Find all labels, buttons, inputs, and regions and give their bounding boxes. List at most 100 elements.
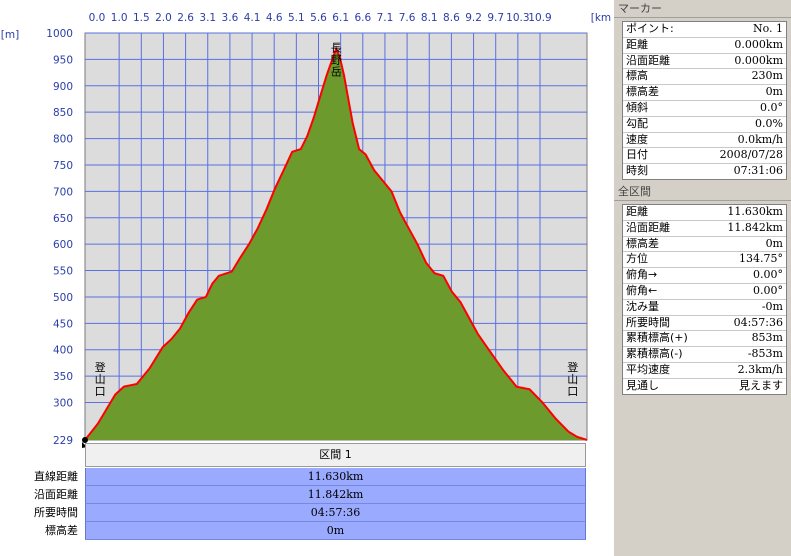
x-tick-label: 7.1 [377, 12, 394, 24]
summary-row-elevation-diff: 標高差 0m [0, 522, 612, 540]
row-label: 沿面距離 [626, 53, 670, 67]
row-label: 所要時間 [626, 315, 670, 329]
y-min-label: 229 [53, 435, 73, 447]
marker-row: 距離 0.000km [623, 38, 786, 54]
y-tick-label: 400 [53, 345, 73, 357]
y-tick-label: 600 [53, 239, 73, 251]
y-tick-label: 300 [53, 398, 73, 410]
row-value: 853m [751, 331, 783, 345]
x-tick-label: 1.0 [111, 12, 128, 24]
y-tick-label: 450 [53, 318, 73, 330]
whole-section-table: 距離 11.630km 沿面距離 11.842km 標高差 0m 方位 134.75° … [622, 203, 787, 395]
row-value: -0m [761, 299, 783, 313]
x-tick-label: 10.3 [506, 12, 529, 24]
row-value: 0.000km [734, 53, 783, 67]
whole-row: 累積標高(+) 853m [623, 331, 786, 348]
row-label: 方位 [626, 252, 648, 266]
marker-row: 時刻 07:31:06 [623, 164, 786, 179]
whole-row: 方位 134.75° [623, 252, 786, 269]
x-tick-label: 4.6 [266, 12, 283, 24]
y-tick-label: 650 [53, 213, 73, 225]
y-tick-label: 750 [53, 160, 73, 172]
row-label: 沈み量 [626, 299, 659, 313]
x-tick-label: 6.1 [332, 12, 349, 24]
section-label[interactable]: 区間 1 [85, 443, 586, 467]
marker-row: 傾斜 0.0° [623, 101, 786, 117]
row-label: 標高差 [626, 85, 659, 99]
y-tick-label: 550 [53, 266, 73, 278]
x-tick-label: 10.9 [528, 12, 551, 24]
chart-area: 1000 950 900 850 800 750 700 650 600 550 500 450 400… [0, 0, 612, 556]
row-value: 11.842km [727, 220, 783, 234]
elevation-chart[interactable]: 1000 950 900 850 800 750 700 650 600 550 500 450 400… [0, 0, 612, 468]
x-tick-label: 5.1 [288, 12, 305, 24]
annotation-1: 登山口 [95, 360, 106, 398]
row-value: 0.00° [753, 268, 783, 282]
row-label: 傾斜 [626, 100, 648, 114]
row-label: 時刻 [626, 164, 648, 178]
y-tick-label: 900 [53, 81, 73, 93]
row-value: -853m [747, 347, 783, 361]
row-value: No. 1 [752, 22, 783, 35]
whole-row: 累積標高(-) -853m [623, 347, 786, 363]
marker-row: 速度 0.0km/h [623, 133, 786, 149]
x-tick-label: 4.1 [244, 12, 261, 24]
y-unit-label: [m] [1, 29, 19, 41]
marker-table: ポイント: No. 1 距離 0.000km 沿面距離 0.000km 標高 230m … [622, 21, 787, 180]
marker-row: 日付 2008/07/28 [623, 148, 786, 165]
row-value: 0.0km/h [737, 132, 783, 146]
x-unit-label: [km] [591, 12, 612, 24]
whole-row: 沿面距離 11.842km [623, 221, 786, 237]
row-label: 速度 [626, 132, 648, 146]
y-tick-label: 500 [53, 292, 73, 304]
row-value: 04:57:36 [733, 315, 783, 329]
x-tick-label: 6.6 [354, 12, 371, 24]
row-label: 標高差 [626, 236, 659, 250]
whole-row: 所要時間 04:57:36 [623, 316, 786, 332]
row-label: 勾配 [626, 116, 648, 130]
whole-row: 見通し 見えます [623, 379, 786, 394]
row-value: 0m [765, 236, 783, 250]
row-label: 累積標高(+) [626, 331, 688, 345]
summary-row-straight-distance: 直線距離 11.630km [0, 468, 612, 486]
row-label: ポイント: [626, 22, 674, 35]
marker-header: マーカー [614, 0, 791, 18]
x-tick-label: 3.6 [222, 12, 239, 24]
row-label: 日付 [626, 148, 648, 162]
row-value: 134.75° [739, 252, 783, 266]
row-label: 平均速度 [626, 362, 670, 376]
annotation-char: 口 [95, 385, 106, 398]
row-value: 07:31:06 [733, 164, 783, 178]
x-tick-label: 1.5 [133, 12, 150, 24]
summary-value: 11.842km [85, 486, 586, 504]
annotation-char: 口 [567, 385, 578, 398]
row-label: 累積標高(-) [626, 347, 683, 361]
whole-row: 標高差 0m [623, 237, 786, 253]
y-tick-label: 850 [53, 107, 73, 119]
row-label: 沿面距離 [626, 220, 670, 234]
marker-row: ポイント: No. 1 [623, 22, 786, 38]
row-label: 見通し [626, 378, 659, 392]
x-tick-label: 2.0 [155, 12, 172, 24]
y-tick-label: 950 [53, 54, 73, 66]
row-value: 11.630km [727, 204, 783, 218]
row-value: 2.3km/h [737, 362, 783, 376]
x-tick-label: 8.6 [443, 12, 460, 24]
x-tick-label: 5.6 [310, 12, 327, 24]
row-value: 0m [765, 85, 783, 99]
marker-row: 標高差 0m [623, 85, 786, 101]
whole-row: 距離 11.630km [623, 205, 786, 221]
y-tick-label: 350 [53, 371, 73, 383]
side-panel: マーカー ポイント: No. 1 距離 0.000km 沿面距離 0.000km 標高… [614, 0, 791, 556]
annotation-2: 長野岳 [331, 41, 342, 78]
row-value: 見えます [739, 378, 783, 392]
annotation-char: 岳 [331, 65, 342, 78]
summary-value: 04:57:36 [85, 504, 586, 522]
annotation-3: 登山口 [567, 360, 578, 398]
y-tick-label: 700 [53, 186, 73, 198]
summary-row-surface-distance: 沿面距離 11.842km [0, 486, 612, 504]
y-tick-label: 800 [53, 134, 73, 146]
annotation-char: 登 [567, 360, 578, 374]
row-value: 0.00° [753, 283, 783, 297]
row-value: 2008/07/28 [719, 148, 783, 162]
